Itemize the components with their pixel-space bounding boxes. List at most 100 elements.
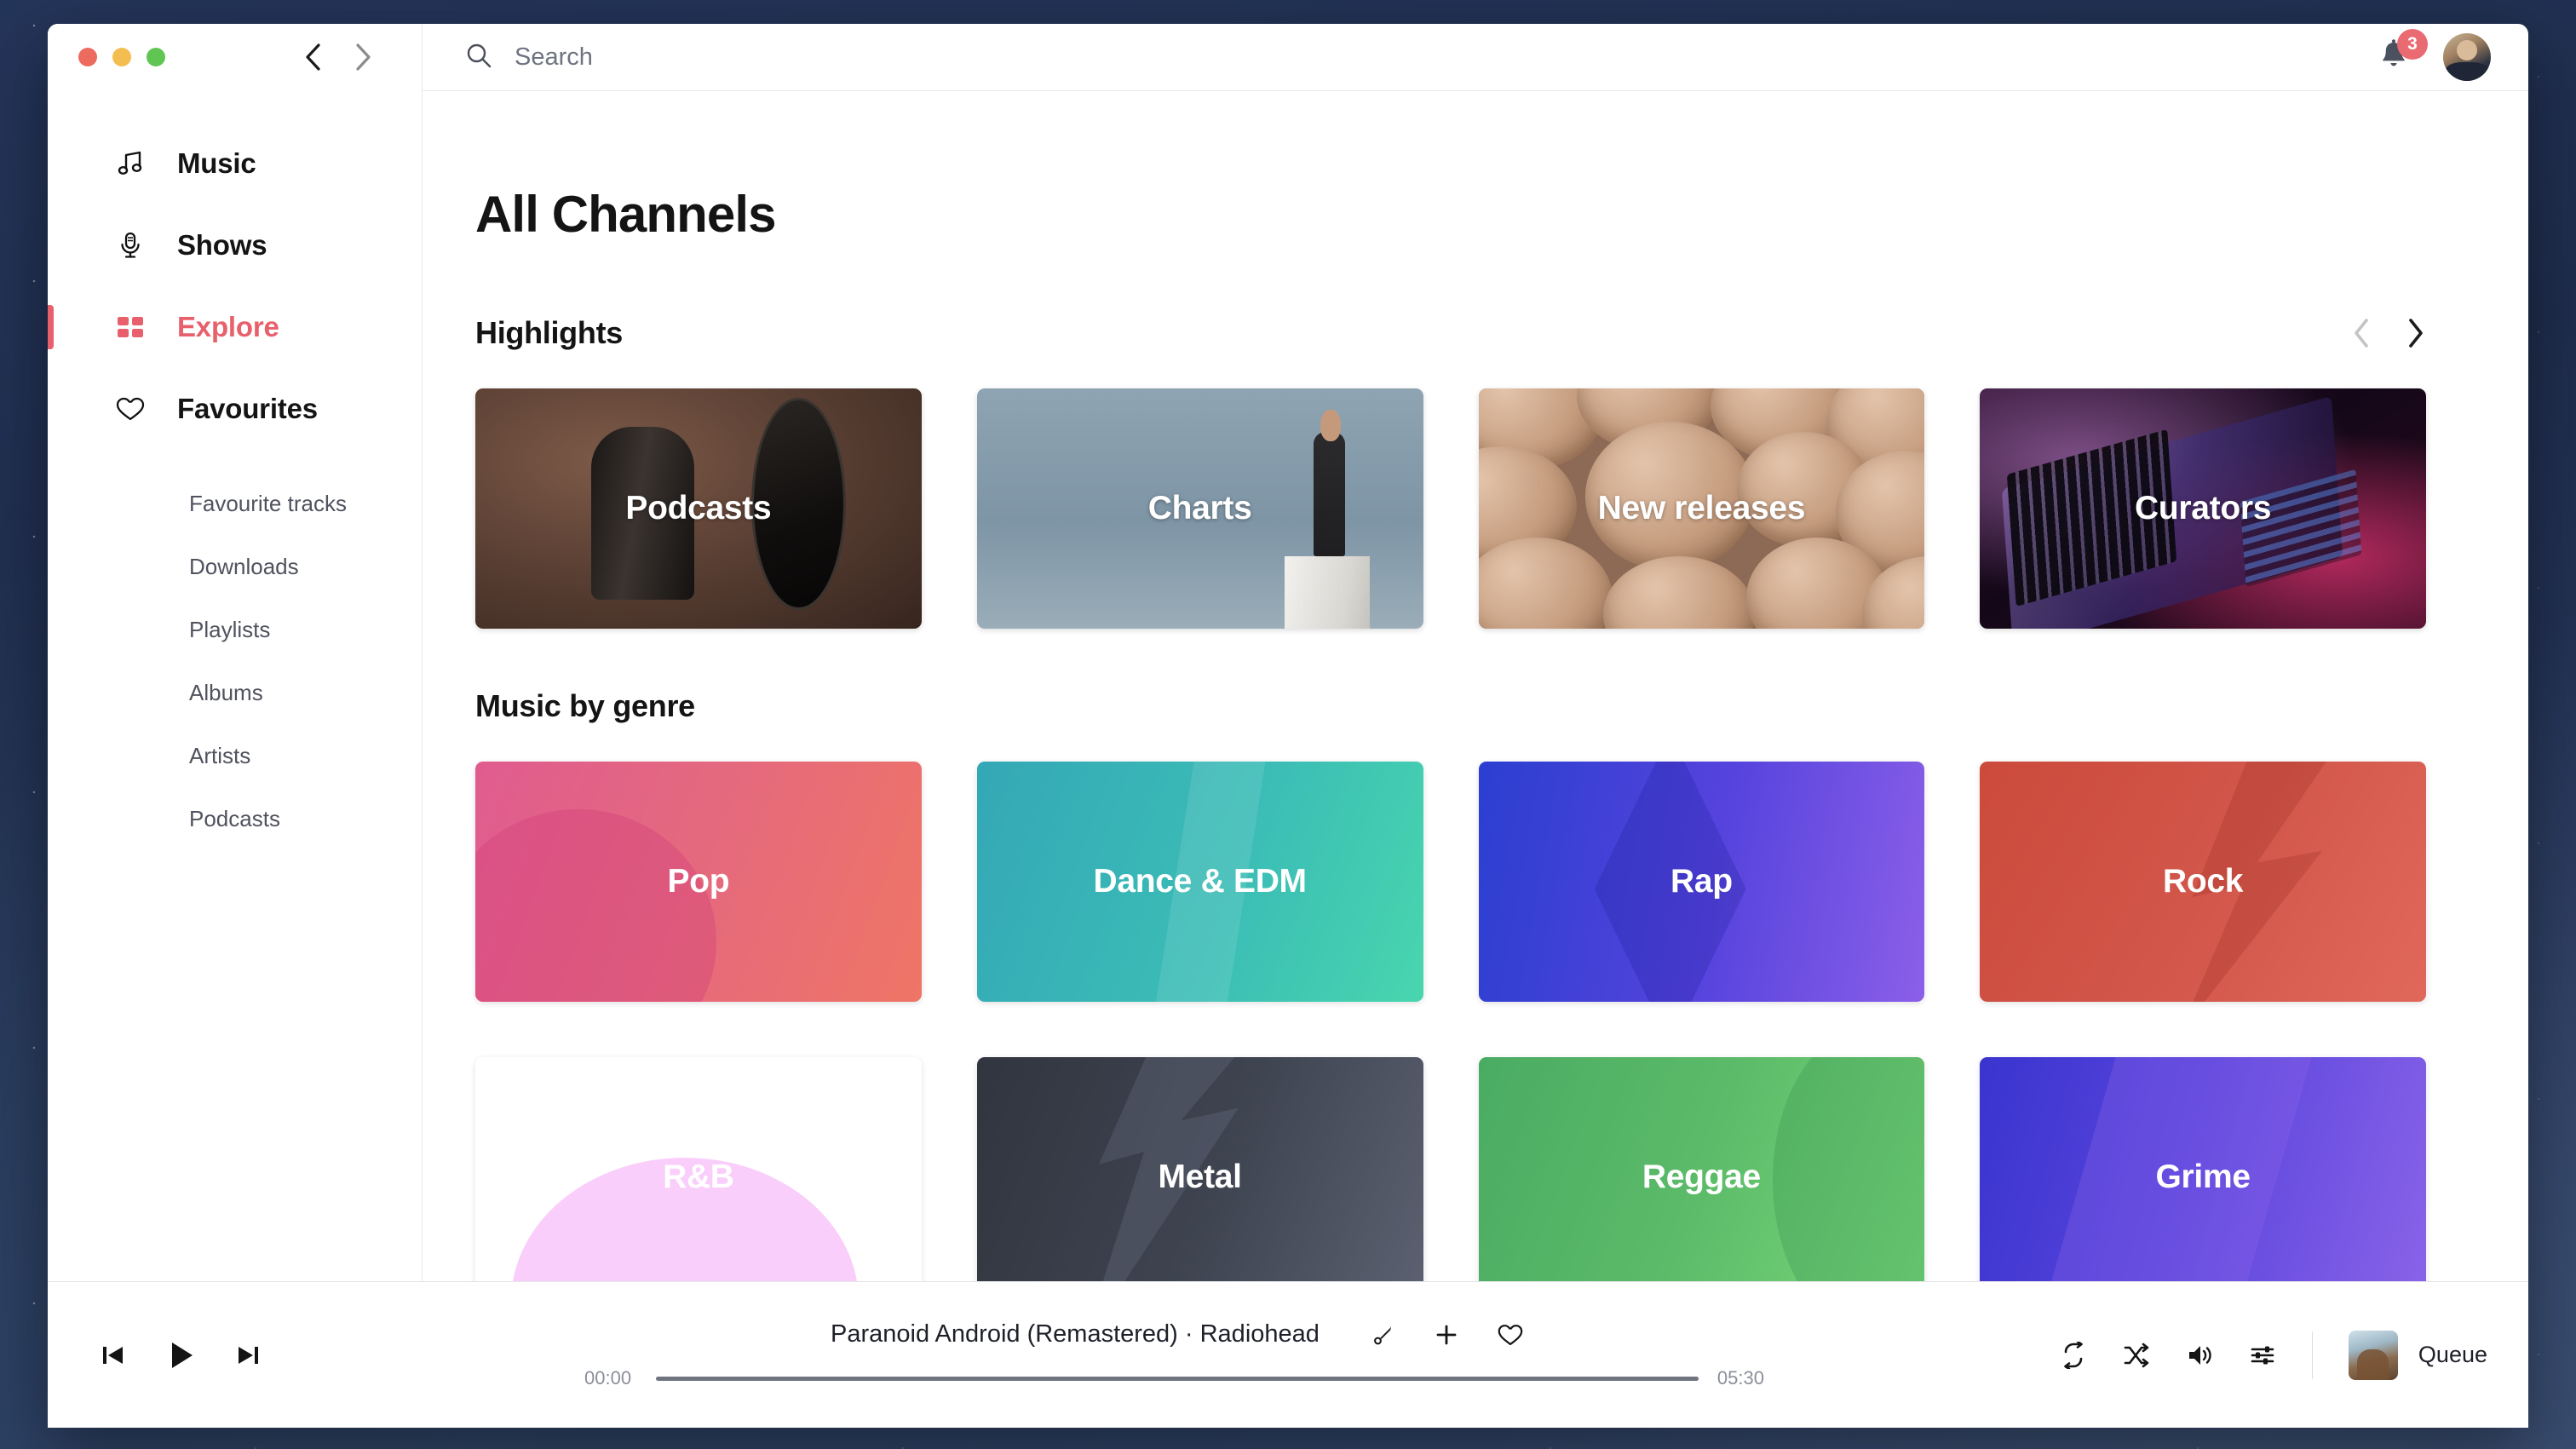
search-bar[interactable] (465, 42, 2377, 73)
sidebar-item-favourites[interactable]: Favourites (48, 368, 422, 450)
genre-card-row-1: Pop Dance & EDM Rap (475, 762, 2475, 1002)
repeat-icon[interactable] (2060, 1342, 2087, 1369)
queue-album-art (2349, 1331, 2398, 1380)
section-title: Highlights (475, 315, 623, 351)
genre-card-rap[interactable]: Rap (1479, 762, 1925, 1002)
highlights-section-header: Highlights (475, 315, 2475, 351)
elapsed-time: 00:00 (584, 1367, 637, 1389)
queue-button[interactable]: Queue (2349, 1331, 2487, 1380)
card-label: Grime (2156, 1159, 2251, 1196)
previous-track-icon[interactable] (97, 1340, 128, 1371)
page-title: All Channels (475, 185, 2475, 244)
card-label: Charts (1148, 490, 1252, 527)
microphone-icon[interactable] (1371, 1322, 1396, 1348)
equalizer-icon[interactable] (2249, 1342, 2276, 1369)
back-chevron-icon[interactable] (304, 43, 323, 72)
play-icon[interactable] (162, 1337, 199, 1374)
highlight-card-podcasts[interactable]: Podcasts (475, 388, 922, 629)
section-title: Music by genre (475, 688, 695, 724)
highlight-card-new-releases[interactable]: New releases (1479, 388, 1925, 629)
search-icon (465, 42, 492, 73)
card-label: Metal (1159, 1159, 1242, 1196)
search-input[interactable] (515, 43, 1043, 72)
app-window: Music (48, 24, 2528, 1428)
transport-controls (97, 1337, 264, 1374)
topbar-actions: 3 (2377, 33, 2491, 81)
sidebar-item-label: Shows (177, 229, 267, 262)
carousel-next-icon[interactable] (2406, 317, 2426, 349)
sidebar-item-shows[interactable]: Shows (48, 204, 422, 286)
highlight-card-charts[interactable]: Charts (977, 388, 1423, 629)
divider (2312, 1331, 2313, 1379)
sidebar-item-label: Explore (177, 311, 279, 343)
sidebar-item-label: Music (177, 147, 256, 180)
queue-label: Queue (2418, 1342, 2487, 1368)
window-body: Music (48, 24, 2528, 1281)
now-playing-block: Paranoid Android (Remastered) · Radiohea… (295, 1320, 2060, 1389)
forward-chevron-icon[interactable] (354, 43, 372, 72)
active-indicator (48, 141, 54, 186)
sidebar-item-explore[interactable]: Explore (48, 286, 422, 368)
progress-row: 00:00 05:30 (329, 1367, 2026, 1389)
genre-card-row-2: R&B Metal Reggae (475, 1057, 2475, 1281)
card-label: Pop (667, 863, 729, 900)
sidebar-item-downloads[interactable]: Downloads (48, 535, 422, 598)
genre-card-pop[interactable]: Pop (475, 762, 922, 1002)
genre-card-grime[interactable]: Grime (1980, 1057, 2426, 1281)
shuffle-icon[interactable] (2123, 1342, 2150, 1369)
notification-badge: 3 (2397, 29, 2428, 60)
top-bar: 3 (423, 24, 2528, 91)
card-label: Rock (2163, 863, 2243, 900)
carousel-prev-icon[interactable] (2351, 317, 2372, 349)
card-label: R&B (663, 1159, 734, 1196)
sidebar-item-playlists[interactable]: Playlists (48, 598, 422, 661)
window-controls (48, 24, 422, 90)
add-icon[interactable] (1434, 1322, 1459, 1348)
genre-card-metal[interactable]: Metal (977, 1057, 1423, 1281)
grid-icon (114, 311, 147, 343)
volume-icon[interactable] (2186, 1342, 2213, 1369)
secondary-navigation: Favourite tracks Downloads Playlists Alb… (48, 472, 422, 850)
card-label: New releases (1598, 490, 1806, 527)
genre-card-dance-edm[interactable]: Dance & EDM (977, 762, 1423, 1002)
track-actions (1371, 1322, 1524, 1348)
zoom-button[interactable] (147, 48, 165, 66)
card-label: Rap (1670, 863, 1733, 900)
total-time: 05:30 (1717, 1367, 1770, 1389)
progress-slider[interactable] (656, 1377, 1699, 1381)
primary-navigation: Music (48, 123, 422, 450)
card-label: Curators (2135, 490, 2271, 527)
active-indicator (48, 387, 54, 431)
main-area: 3 All Channels Highlights (423, 24, 2528, 1281)
sidebar-item-podcasts[interactable]: Podcasts (48, 787, 422, 850)
sidebar-item-artists[interactable]: Artists (48, 724, 422, 787)
active-indicator (48, 305, 54, 349)
heart-icon (114, 393, 147, 425)
card-label: Podcasts (625, 490, 771, 527)
player-right-controls: Queue (2060, 1331, 2487, 1380)
sidebar-item-label: Favourites (177, 393, 318, 425)
desktop-background: Music (0, 0, 2576, 1449)
content-scroll-area[interactable]: All Channels Highlights (423, 91, 2528, 1281)
sidebar-item-music[interactable]: Music (48, 123, 422, 204)
avatar[interactable] (2443, 33, 2491, 81)
highlight-card-curators[interactable]: Curators (1980, 388, 2426, 629)
genre-card-rnb[interactable]: R&B (475, 1057, 922, 1281)
music-note-icon (114, 147, 147, 180)
heart-icon[interactable] (1497, 1322, 1524, 1348)
highlights-card-row: Podcasts Charts (475, 388, 2475, 629)
genre-card-reggae[interactable]: Reggae (1479, 1057, 1925, 1281)
sidebar-item-favourite-tracks[interactable]: Favourite tracks (48, 472, 422, 535)
player-bar: Paranoid Android (Remastered) · Radiohea… (48, 1281, 2528, 1428)
genre-section-header: Music by genre (475, 688, 2475, 724)
carousel-controls (2351, 317, 2475, 349)
notifications-button[interactable]: 3 (2377, 37, 2411, 77)
track-title: Paranoid Android (Remastered) · Radiohea… (831, 1320, 1320, 1348)
sidebar-item-albums[interactable]: Albums (48, 661, 422, 724)
close-button[interactable] (78, 48, 97, 66)
minimize-button[interactable] (112, 48, 131, 66)
genre-card-rock[interactable]: Rock (1980, 762, 2426, 1002)
card-label: Dance & EDM (1093, 863, 1306, 900)
sidebar: Music (48, 24, 423, 1281)
next-track-icon[interactable] (233, 1340, 264, 1371)
